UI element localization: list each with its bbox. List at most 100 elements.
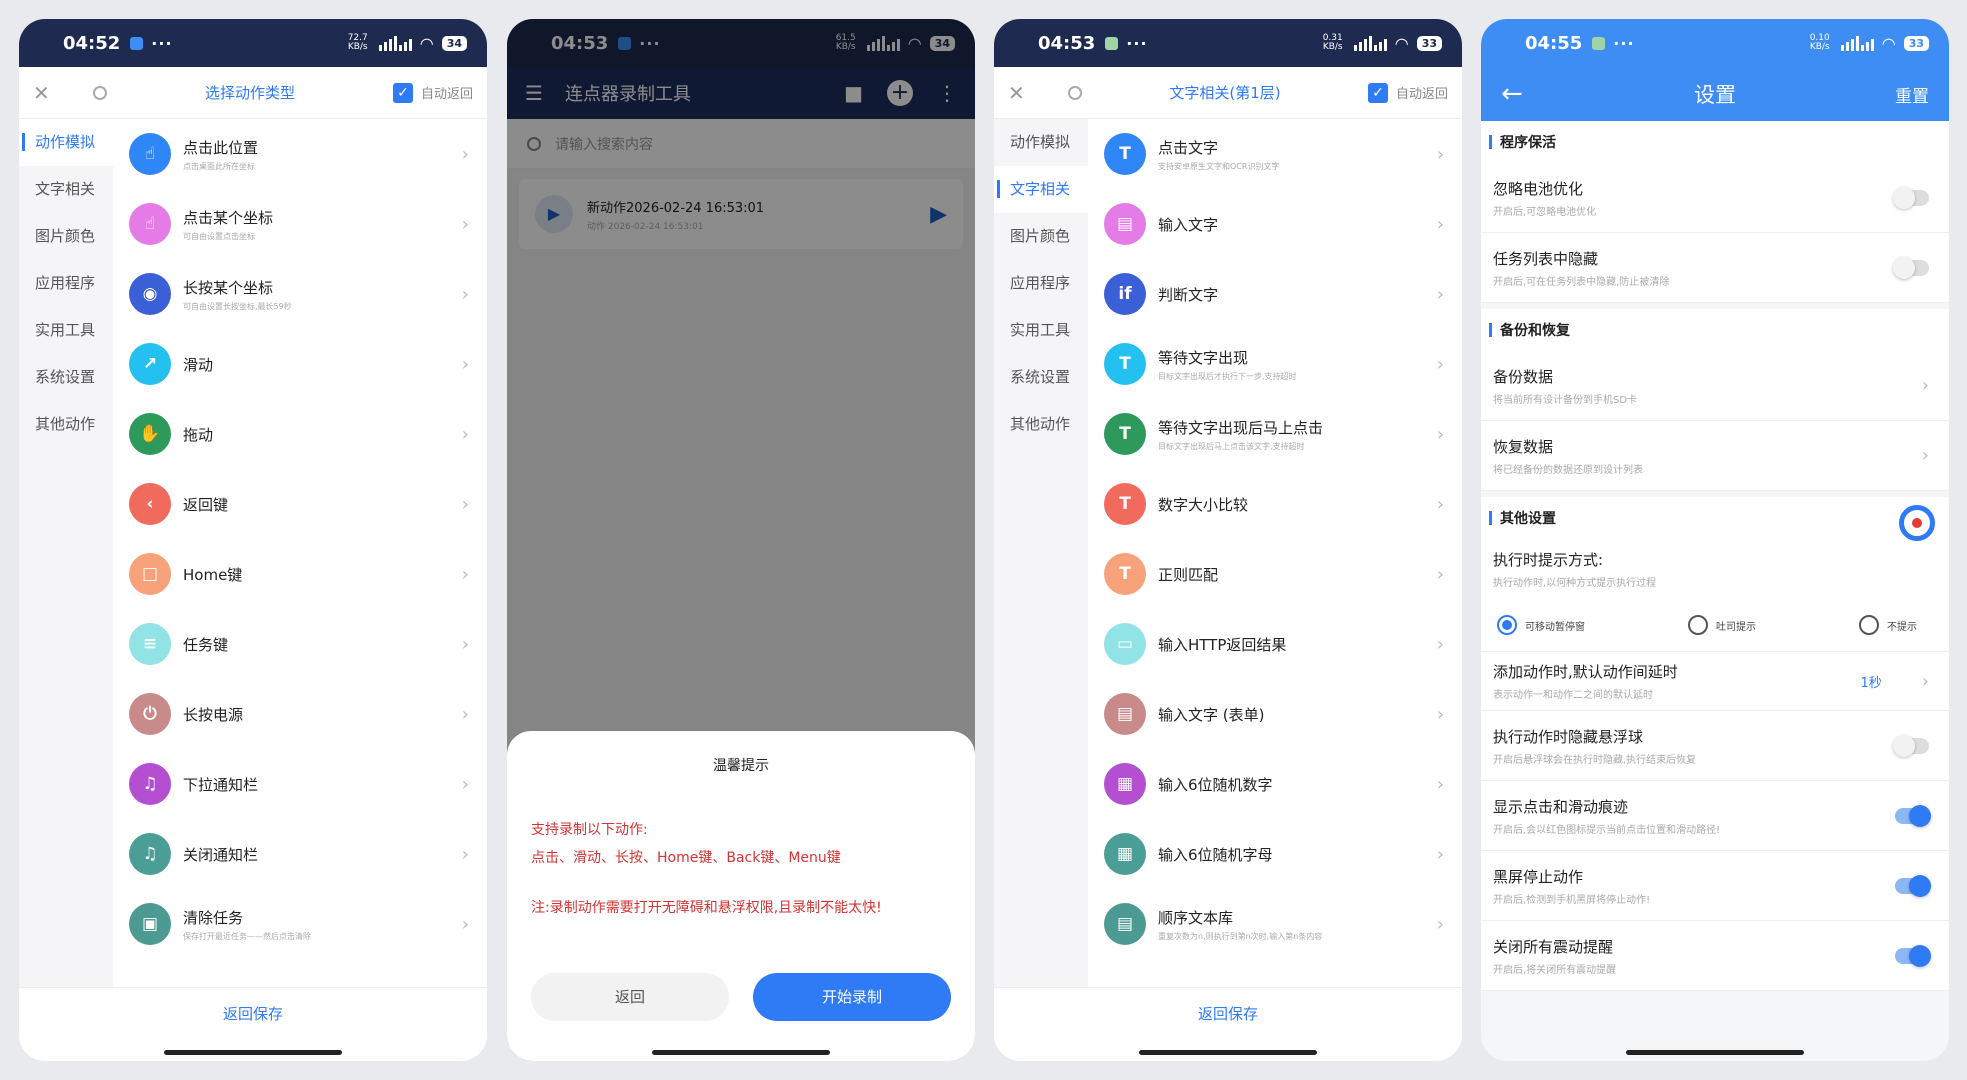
action-text: 返回键: [183, 494, 462, 515]
category-action-sim[interactable]: 动作模拟: [19, 119, 113, 166]
search-icon[interactable]: [1068, 85, 1082, 100]
toggle-hide-in-tasks[interactable]: [1893, 256, 1929, 279]
toggle-show-trace[interactable]: [1895, 804, 1931, 827]
chevron-right-icon: ›: [461, 703, 469, 725]
setting-disable-vibration[interactable]: 关闭所有震动提醒 开启后,将关闭所有震动提醒: [1481, 921, 1949, 991]
list-item[interactable]: □ Home键 ›: [113, 539, 487, 609]
setting-title: 备份数据: [1493, 367, 1554, 386]
list-item[interactable]: ◉ 长按某个坐标 可自由设置长按坐标,最长59秒 ›: [113, 259, 487, 329]
setting-desc: 开启后,会以红色图标提示当前点击位置和滑动路径!: [1493, 824, 1721, 836]
setting-text: 显示点击和滑动痕迹 开启后,会以红色图标提示当前点击位置和滑动路径!: [1493, 796, 1895, 836]
category-system[interactable]: 系统设置: [19, 354, 113, 401]
list-item[interactable]: T 等待文字出现后马上点击 目标文字出现后马上点击该文字,支持超时 ›: [1088, 399, 1462, 469]
other-settings-group: 其他设置 执行时提示方式: 执行动作时,以何种方式提示执行过程 可移动暂停窗 吐…: [1481, 497, 1949, 651]
chevron-right-icon: ›: [461, 493, 469, 515]
list-item[interactable]: ↗ 滑动 ›: [113, 329, 487, 399]
prompt-mode-radios: 可移动暂停窗 吐司提示 不提示: [1493, 589, 1937, 651]
toggle-hide-float-ball[interactable]: [1893, 734, 1929, 757]
action-title: 长按某个坐标: [183, 278, 274, 297]
action-desc: 可自由设置长按坐标,最长59秒: [183, 301, 292, 311]
list-item[interactable]: ♫ 关闭通知栏 ›: [113, 819, 487, 889]
close-icon[interactable]: ✕: [33, 81, 65, 105]
list-item[interactable]: ‹ 返回键 ›: [113, 469, 487, 539]
chevron-right-icon: ›: [461, 423, 469, 445]
list-item[interactable]: T 点击文字 支持安卓原生文字和OCR识别文字 ›: [1088, 119, 1462, 189]
setting-hide-float-ball[interactable]: 执行动作时隐藏悬浮球 开启后悬浮球会在执行时隐藏,执行结束后恢复: [1481, 711, 1949, 781]
close-icon[interactable]: ✕: [1008, 81, 1040, 105]
setting-battery-optimization[interactable]: 忽略电池优化 开启后,可忽略电池优化: [1481, 163, 1949, 233]
list-item[interactable]: ▣ 清除任务 保存打开最近任务——然后点击清除 ›: [113, 889, 487, 959]
reset-button[interactable]: 重置: [1869, 82, 1929, 107]
list-item[interactable]: ▦ 输入6位随机数字 ›: [1088, 749, 1462, 819]
chevron-right-icon: ›: [1436, 353, 1444, 375]
category-image-color[interactable]: 图片颜色: [19, 213, 113, 260]
auto-return-checkbox[interactable]: ✓: [1367, 82, 1388, 103]
list-item[interactable]: T 等待文字出现 目标文字出现后才执行下一步,支持超时 ›: [1088, 329, 1462, 399]
phone-action-type: 04:52 ··· 72.7 KB/s ◠ 34 ✕ 选择动作类型 ✓ 自动返回…: [19, 19, 487, 1061]
back-arrow-icon[interactable]: ←: [1501, 79, 1561, 109]
category-tools[interactable]: 实用工具: [19, 307, 113, 354]
section-keepalive: 程序保活: [1481, 121, 1949, 163]
setting-restore-data[interactable]: 恢复数据 将已经备份的数据还原到设计列表 ›: [1481, 421, 1949, 491]
category-apps[interactable]: 应用程序: [19, 260, 113, 307]
setting-hide-in-tasks[interactable]: 任务列表中隐藏 开启后,可在任务列表中隐藏,防止被清除: [1481, 233, 1949, 303]
category-other[interactable]: 其他动作: [19, 401, 113, 448]
category-text[interactable]: 文字相关: [994, 166, 1088, 213]
home-indicator[interactable]: [652, 1050, 830, 1055]
setting-backup-data[interactable]: 备份数据 将当前所有设计备份到手机SD卡 ›: [1481, 351, 1949, 421]
setting-default-delay[interactable]: 添加动作时,默认动作间延时 表示动作一和动作二之间的默认延时 1秒 ›: [1481, 651, 1949, 711]
list-item[interactable]: ⏻ 长按电源 ›: [113, 679, 487, 749]
action-icon: ☝: [129, 133, 171, 175]
category-text[interactable]: 文字相关: [19, 166, 113, 213]
list-item[interactable]: ▭ 输入HTTP返回结果 ›: [1088, 609, 1462, 679]
search-icon[interactable]: [93, 85, 107, 100]
list-item[interactable]: ☝ 点击某个坐标 可自由设置点击坐标 ›: [113, 189, 487, 259]
float-ball-icon[interactable]: [1899, 505, 1935, 541]
toggle-screen-off-stop[interactable]: [1895, 874, 1931, 897]
toggle-battery-optimization[interactable]: [1893, 186, 1929, 209]
return-save-button[interactable]: 返回保存: [994, 987, 1462, 1039]
list-item[interactable]: ✋ 拖动 ›: [113, 399, 487, 469]
action-desc: 目标文字出现后马上点击该文字,支持超时: [1158, 441, 1305, 451]
setting-show-trace[interactable]: 显示点击和滑动痕迹 开启后,会以红色图标提示当前点击位置和滑动路径!: [1481, 781, 1949, 851]
home-indicator[interactable]: [1139, 1050, 1317, 1055]
phone-settings: 04:55 ··· 0.10 KB/s ◠ 33 ← 设置 重置 程序保活 忽略…: [1481, 19, 1949, 1061]
radio-toast[interactable]: 吐司提示: [1688, 615, 1756, 635]
list-item[interactable]: ▦ 输入6位随机字母 ›: [1088, 819, 1462, 889]
chevron-right-icon: ›: [1436, 563, 1444, 585]
radio-movable-pause[interactable]: 可移动暂停窗: [1497, 615, 1585, 635]
setting-desc: 将当前所有设计备份到手机SD卡: [1493, 394, 1638, 406]
battery-icon: 33: [1416, 35, 1442, 51]
list-item[interactable]: if 判断文字 ›: [1088, 259, 1462, 329]
home-indicator[interactable]: [1626, 1050, 1804, 1055]
category-action-sim[interactable]: 动作模拟: [994, 119, 1088, 166]
list-item[interactable]: ▤ 输入文字 (表单) ›: [1088, 679, 1462, 749]
list-item[interactable]: ▤ 顺序文本库 重复次数为n,则执行到第n次时,输入第n条内容 ›: [1088, 889, 1462, 959]
return-save-button[interactable]: 返回保存: [19, 987, 487, 1039]
action-icon: T: [1104, 483, 1146, 525]
list-item[interactable]: ▤ 输入文字 ›: [1088, 189, 1462, 259]
list-item[interactable]: T 数字大小比较 ›: [1088, 469, 1462, 539]
home-indicator[interactable]: [164, 1050, 342, 1055]
list-item[interactable]: ≡ 任务键 ›: [113, 609, 487, 679]
radio-none[interactable]: 不提示: [1859, 615, 1917, 635]
dialog-cancel-button[interactable]: 返回: [531, 973, 729, 1021]
list-item[interactable]: T 正则匹配 ›: [1088, 539, 1462, 609]
toggle-disable-vibration[interactable]: [1895, 944, 1931, 967]
category-apps[interactable]: 应用程序: [994, 260, 1088, 307]
category-image-color[interactable]: 图片颜色: [994, 213, 1088, 260]
section-backup: 备份和恢复: [1481, 309, 1949, 351]
category-system[interactable]: 系统设置: [994, 354, 1088, 401]
setting-title: 执行动作时隐藏悬浮球: [1493, 727, 1644, 746]
start-recording-button[interactable]: 开始录制: [753, 973, 951, 1021]
action-icon: ▦: [1104, 763, 1146, 805]
list-item[interactable]: ♫ 下拉通知栏 ›: [113, 749, 487, 819]
category-other[interactable]: 其他动作: [994, 401, 1088, 448]
dialog-actions: 返回 开始录制: [531, 973, 951, 1021]
list-item[interactable]: ☝ 点击此位置 点击桌面此所在坐标 ›: [113, 119, 487, 189]
setting-desc: 开启后,可忽略电池优化: [1493, 206, 1597, 218]
status-time: 04:53: [1038, 32, 1096, 54]
setting-screen-off-stop[interactable]: 黑屏停止动作 开启后,检测到手机黑屏将停止动作!: [1481, 851, 1949, 921]
category-tools[interactable]: 实用工具: [994, 307, 1088, 354]
auto-return-checkbox[interactable]: ✓: [392, 82, 413, 103]
